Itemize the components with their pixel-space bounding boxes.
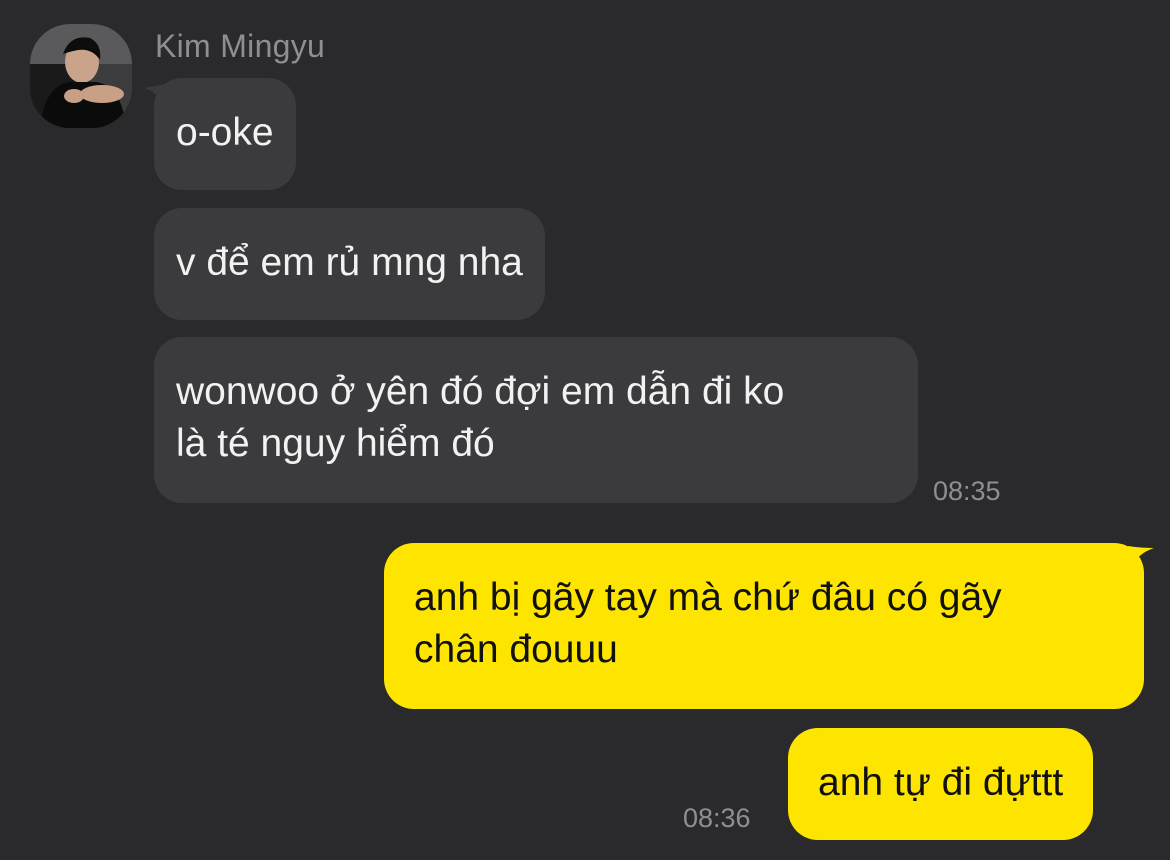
message-bubble-incoming[interactable]: wonwoo ở yên đó đợi em dẫn đi ko là té n… (154, 337, 918, 503)
message-timestamp: 08:36 (683, 803, 751, 833)
avatar-photo-icon (30, 24, 132, 128)
message-text: v để em rủ mng nha (176, 241, 523, 284)
chat-thread: Kim Mingyu o-oke v để em rủ mng nha wonw… (0, 0, 1170, 860)
contact-avatar[interactable] (30, 24, 132, 128)
message-text-line: chân đouuu (414, 628, 618, 671)
message-bubble-outgoing[interactable]: anh bị gãy tay mà chứ đâu có gãy chân đo… (384, 543, 1144, 709)
message-text-line: là té nguy hiểm đó (176, 422, 495, 465)
message-text-line: anh bị gãy tay mà chứ đâu có gãy (414, 576, 1002, 619)
message-bubble-incoming[interactable]: o-oke (154, 78, 296, 190)
message-bubble-outgoing[interactable]: anh tự đi đựttt (788, 728, 1094, 840)
message-text: anh tự đi đựttt (818, 761, 1064, 804)
message-bubble-incoming[interactable]: v để em rủ mng nha (154, 208, 545, 320)
message-text: o-oke (176, 111, 274, 154)
message-text-line: wonwoo ở yên đó đợi em dẫn đi ko (176, 370, 785, 413)
outgoing-bubble-tail (1128, 546, 1154, 572)
sender-name: Kim Mingyu (155, 28, 326, 64)
message-timestamp: 08:35 (933, 476, 1001, 506)
